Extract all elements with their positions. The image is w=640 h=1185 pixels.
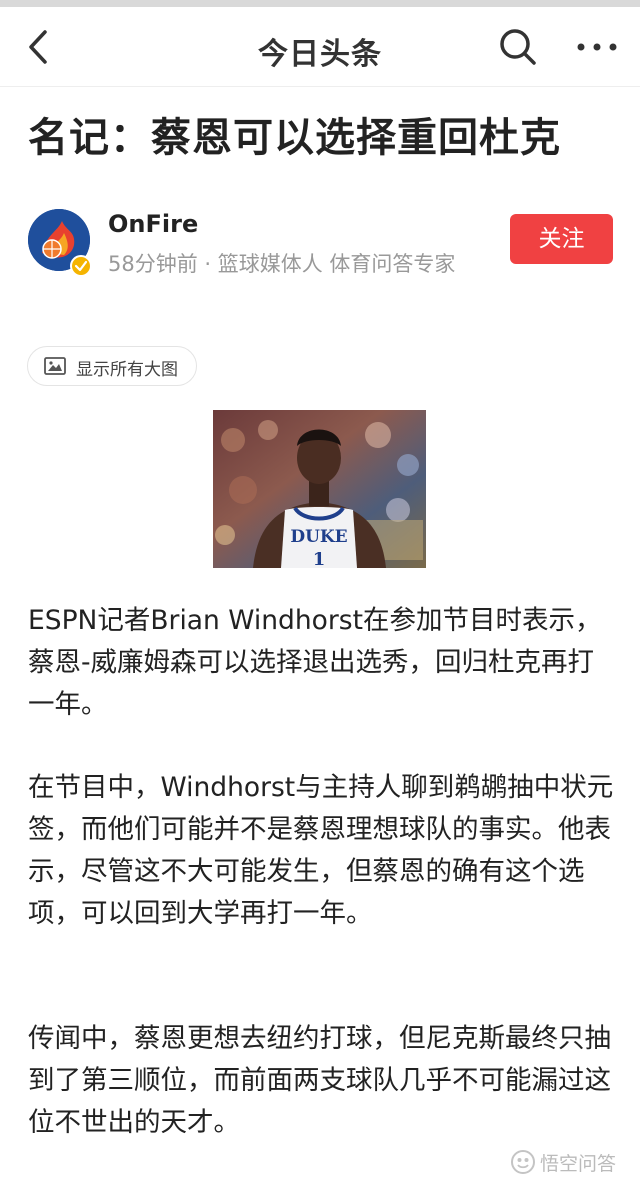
search-button[interactable] bbox=[496, 25, 540, 69]
jersey-text: DUKE bbox=[290, 527, 347, 547]
basketball-player-photo: DUKE 1 bbox=[213, 410, 426, 568]
article-title: 名记：蔡恩可以选择重回杜克 bbox=[28, 115, 561, 161]
app-title: 今日头条 bbox=[258, 37, 382, 72]
show-all-images-button[interactable]: 显示所有大图 bbox=[27, 346, 197, 386]
article-paragraph-1: ESPN记者Brian Windhorst在参加节目时表示，蔡恩-威廉姆森可以选… bbox=[28, 605, 602, 720]
author-meta: 58分钟前 · 篮球媒体人 体育问答专家 bbox=[108, 252, 456, 276]
watermark-text: 悟空问答 bbox=[540, 1152, 617, 1175]
author-name[interactable]: OnFire bbox=[108, 210, 198, 238]
author-block: OnFire 58分钟前 · 篮球媒体人 体育问答专家 关注 bbox=[28, 206, 618, 278]
more-icon bbox=[577, 43, 617, 51]
show-images-label: 显示所有大图 bbox=[76, 360, 178, 380]
search-icon bbox=[500, 29, 536, 65]
avatar[interactable] bbox=[28, 209, 92, 277]
follow-button[interactable]: 关注 bbox=[510, 214, 613, 264]
more-button[interactable] bbox=[572, 25, 622, 69]
wukong-logo-icon bbox=[511, 1150, 535, 1174]
image-icon bbox=[44, 357, 66, 375]
article-paragraph-3: 传闻中，蔡恩更想去纽约打球，但尼克斯最终只抽到了第三顺位，而前面两支球队几乎不可… bbox=[28, 1023, 611, 1138]
status-strip bbox=[0, 0, 640, 7]
navbar: 今日头条 bbox=[0, 7, 640, 87]
article-photo[interactable]: DUKE 1 bbox=[213, 410, 426, 568]
article-paragraph-2: 在节目中，Windhorst与主持人聊到鹈鹕抽中状元签，而他们可能并不是蔡恩理想… bbox=[28, 772, 614, 929]
jersey-number: 1 bbox=[313, 549, 326, 568]
watermark: 悟空问答 bbox=[510, 1148, 616, 1176]
verified-badge-icon bbox=[70, 255, 92, 277]
